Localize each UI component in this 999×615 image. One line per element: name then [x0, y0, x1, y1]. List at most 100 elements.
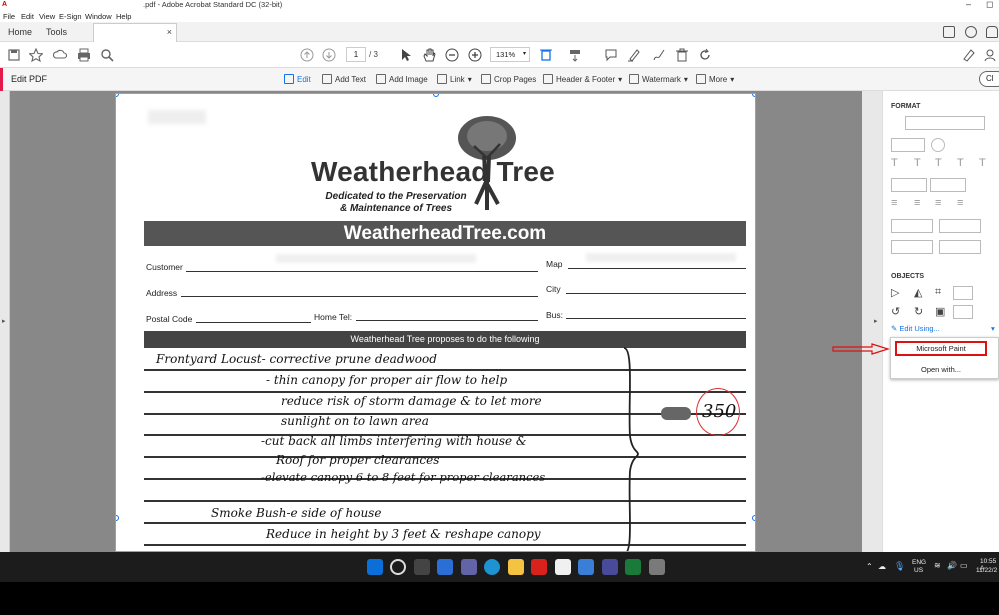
close-edit-button[interactable]: Cl	[979, 71, 999, 87]
resize-handle[interactable]	[116, 94, 119, 97]
onedrive-icon[interactable]: ☁	[878, 562, 886, 571]
resize-handle[interactable]	[433, 94, 439, 97]
page-down-icon[interactable]	[321, 47, 337, 63]
file-explorer-icon[interactable]	[508, 559, 524, 575]
tab-home[interactable]: Home	[8, 27, 32, 37]
rotate-left-icon[interactable]: ↺	[891, 305, 900, 318]
minimize-icon[interactable]: –	[966, 0, 971, 9]
excel-icon[interactable]	[625, 559, 641, 575]
flip-horizontal-icon[interactable]: ◭	[914, 286, 922, 299]
sign-icon[interactable]	[651, 47, 667, 63]
page-up-icon[interactable]	[299, 47, 315, 63]
maximize-icon[interactable]: ◻	[986, 0, 993, 10]
calculator-icon[interactable]	[649, 559, 665, 575]
align-left-icon[interactable]: ≡	[891, 197, 897, 209]
character-spacing-select[interactable]	[939, 240, 981, 254]
highlight-pen-icon[interactable]	[626, 47, 642, 63]
font-family-select[interactable]	[905, 116, 985, 130]
collapse-right-pane-icon[interactable]: ▸	[874, 317, 878, 325]
header-footer-button[interactable]: Header & Footer ▾	[543, 74, 622, 84]
add-user-icon[interactable]	[983, 47, 999, 63]
app-icon[interactable]	[578, 559, 594, 575]
comment-icon[interactable]	[603, 47, 619, 63]
align-center-icon[interactable]: ≡	[914, 197, 920, 209]
left-pane-collapsed[interactable]: ▸	[0, 91, 10, 552]
align-justify-icon[interactable]: ≡	[957, 197, 963, 209]
fit-page-icon[interactable]	[538, 47, 554, 63]
text-style-icon[interactable]: T	[979, 157, 986, 169]
volume-icon[interactable]: 🔊	[947, 561, 957, 570]
save-icon[interactable]	[6, 47, 22, 63]
right-pane-toggle-strip[interactable]: ▸	[862, 91, 882, 552]
text-style-icon[interactable]: T	[914, 157, 921, 169]
hand-tool-icon[interactable]	[421, 47, 437, 63]
bullet-list-select[interactable]	[891, 178, 927, 192]
wifi-icon[interactable]: ≋	[934, 561, 941, 570]
watermark-button[interactable]: Watermark ▾	[629, 74, 688, 84]
resize-handle[interactable]	[752, 515, 755, 521]
zoom-in-icon[interactable]	[467, 47, 483, 63]
horizontal-scale-select[interactable]	[891, 240, 933, 254]
expand-left-pane-icon[interactable]: ▸	[2, 317, 6, 325]
arrange-select[interactable]	[953, 286, 973, 300]
print-icon[interactable]	[76, 47, 92, 63]
group-select[interactable]	[953, 305, 973, 319]
start-icon[interactable]	[367, 559, 383, 575]
tab-tools[interactable]: Tools	[46, 27, 67, 37]
search-icon[interactable]	[99, 47, 115, 63]
replace-image-icon[interactable]: ▣	[935, 305, 945, 318]
menu-view[interactable]: View	[39, 12, 55, 21]
edge-browser-icon[interactable]	[484, 559, 500, 575]
align-right-icon[interactable]: ≡	[935, 197, 941, 209]
rotate-icon[interactable]	[697, 47, 713, 63]
add-text-button[interactable]: Add Text	[322, 74, 366, 84]
resize-handle[interactable]	[752, 94, 755, 97]
crop-image-icon[interactable]: ⌗	[935, 286, 941, 299]
add-image-button[interactable]: Add Image	[376, 74, 428, 84]
zoom-out-icon[interactable]	[444, 47, 460, 63]
select-cursor-icon[interactable]	[398, 47, 414, 63]
text-style-icon[interactable]: T	[935, 157, 942, 169]
more-button[interactable]: More ▾	[696, 74, 734, 84]
notifications-bell-icon[interactable]	[986, 26, 998, 38]
clock-date[interactable]: 11/22/2	[976, 567, 997, 574]
acrobat-taskbar-icon[interactable]	[531, 559, 547, 575]
app-icon[interactable]	[602, 559, 618, 575]
page-number-input[interactable]: 1	[346, 47, 366, 62]
menu-file[interactable]: File	[3, 12, 15, 21]
store-icon[interactable]	[555, 559, 571, 575]
crop-pages-button[interactable]: Crop Pages	[481, 74, 536, 84]
menu-edit[interactable]: Edit	[21, 12, 34, 21]
tray-expand-icon[interactable]: ⌃	[866, 562, 873, 571]
menu-help[interactable]: Help	[116, 12, 131, 21]
battery-icon[interactable]: ▭	[960, 561, 968, 570]
edit-using-dropdown[interactable]: ✎ Edit Using... ▾	[891, 324, 995, 333]
close-tab-icon[interactable]: ×	[167, 27, 172, 37]
font-color-picker[interactable]	[931, 138, 945, 152]
font-size-select[interactable]	[891, 138, 925, 152]
microphone-icon[interactable]: 🎙	[894, 561, 905, 572]
language-line-1[interactable]: ENG	[912, 559, 926, 566]
cloud-upload-icon[interactable]	[52, 47, 68, 63]
text-style-icon[interactable]: T	[891, 157, 898, 169]
help-icon[interactable]	[965, 26, 977, 38]
search-icon[interactable]	[390, 559, 406, 575]
text-style-icon[interactable]: T	[957, 157, 964, 169]
widgets-icon[interactable]	[437, 559, 453, 575]
edit-tool-button[interactable]: Edit	[284, 74, 311, 84]
delete-trash-icon[interactable]	[674, 47, 690, 63]
bookmark-star-icon[interactable]	[28, 47, 44, 63]
teams-chat-icon[interactable]	[461, 559, 477, 575]
resize-handle[interactable]	[116, 515, 119, 521]
zoom-level-select[interactable]: 131% ▾	[490, 47, 530, 62]
share-screen-icon[interactable]	[943, 26, 955, 38]
task-view-icon[interactable]	[414, 559, 430, 575]
menu-esign[interactable]: E-Sign	[59, 12, 82, 21]
language-line-2[interactable]: US	[914, 567, 923, 574]
line-spacing-select[interactable]	[891, 219, 933, 233]
tab-document[interactable]: ×	[93, 23, 177, 42]
link-button[interactable]: Link ▾	[437, 74, 472, 84]
flip-vertical-icon[interactable]: ▷	[891, 286, 899, 299]
paragraph-spacing-select[interactable]	[939, 219, 981, 233]
pdf-page[interactable]: Weatherhead Tree Dedicated to the Preser…	[115, 93, 756, 552]
